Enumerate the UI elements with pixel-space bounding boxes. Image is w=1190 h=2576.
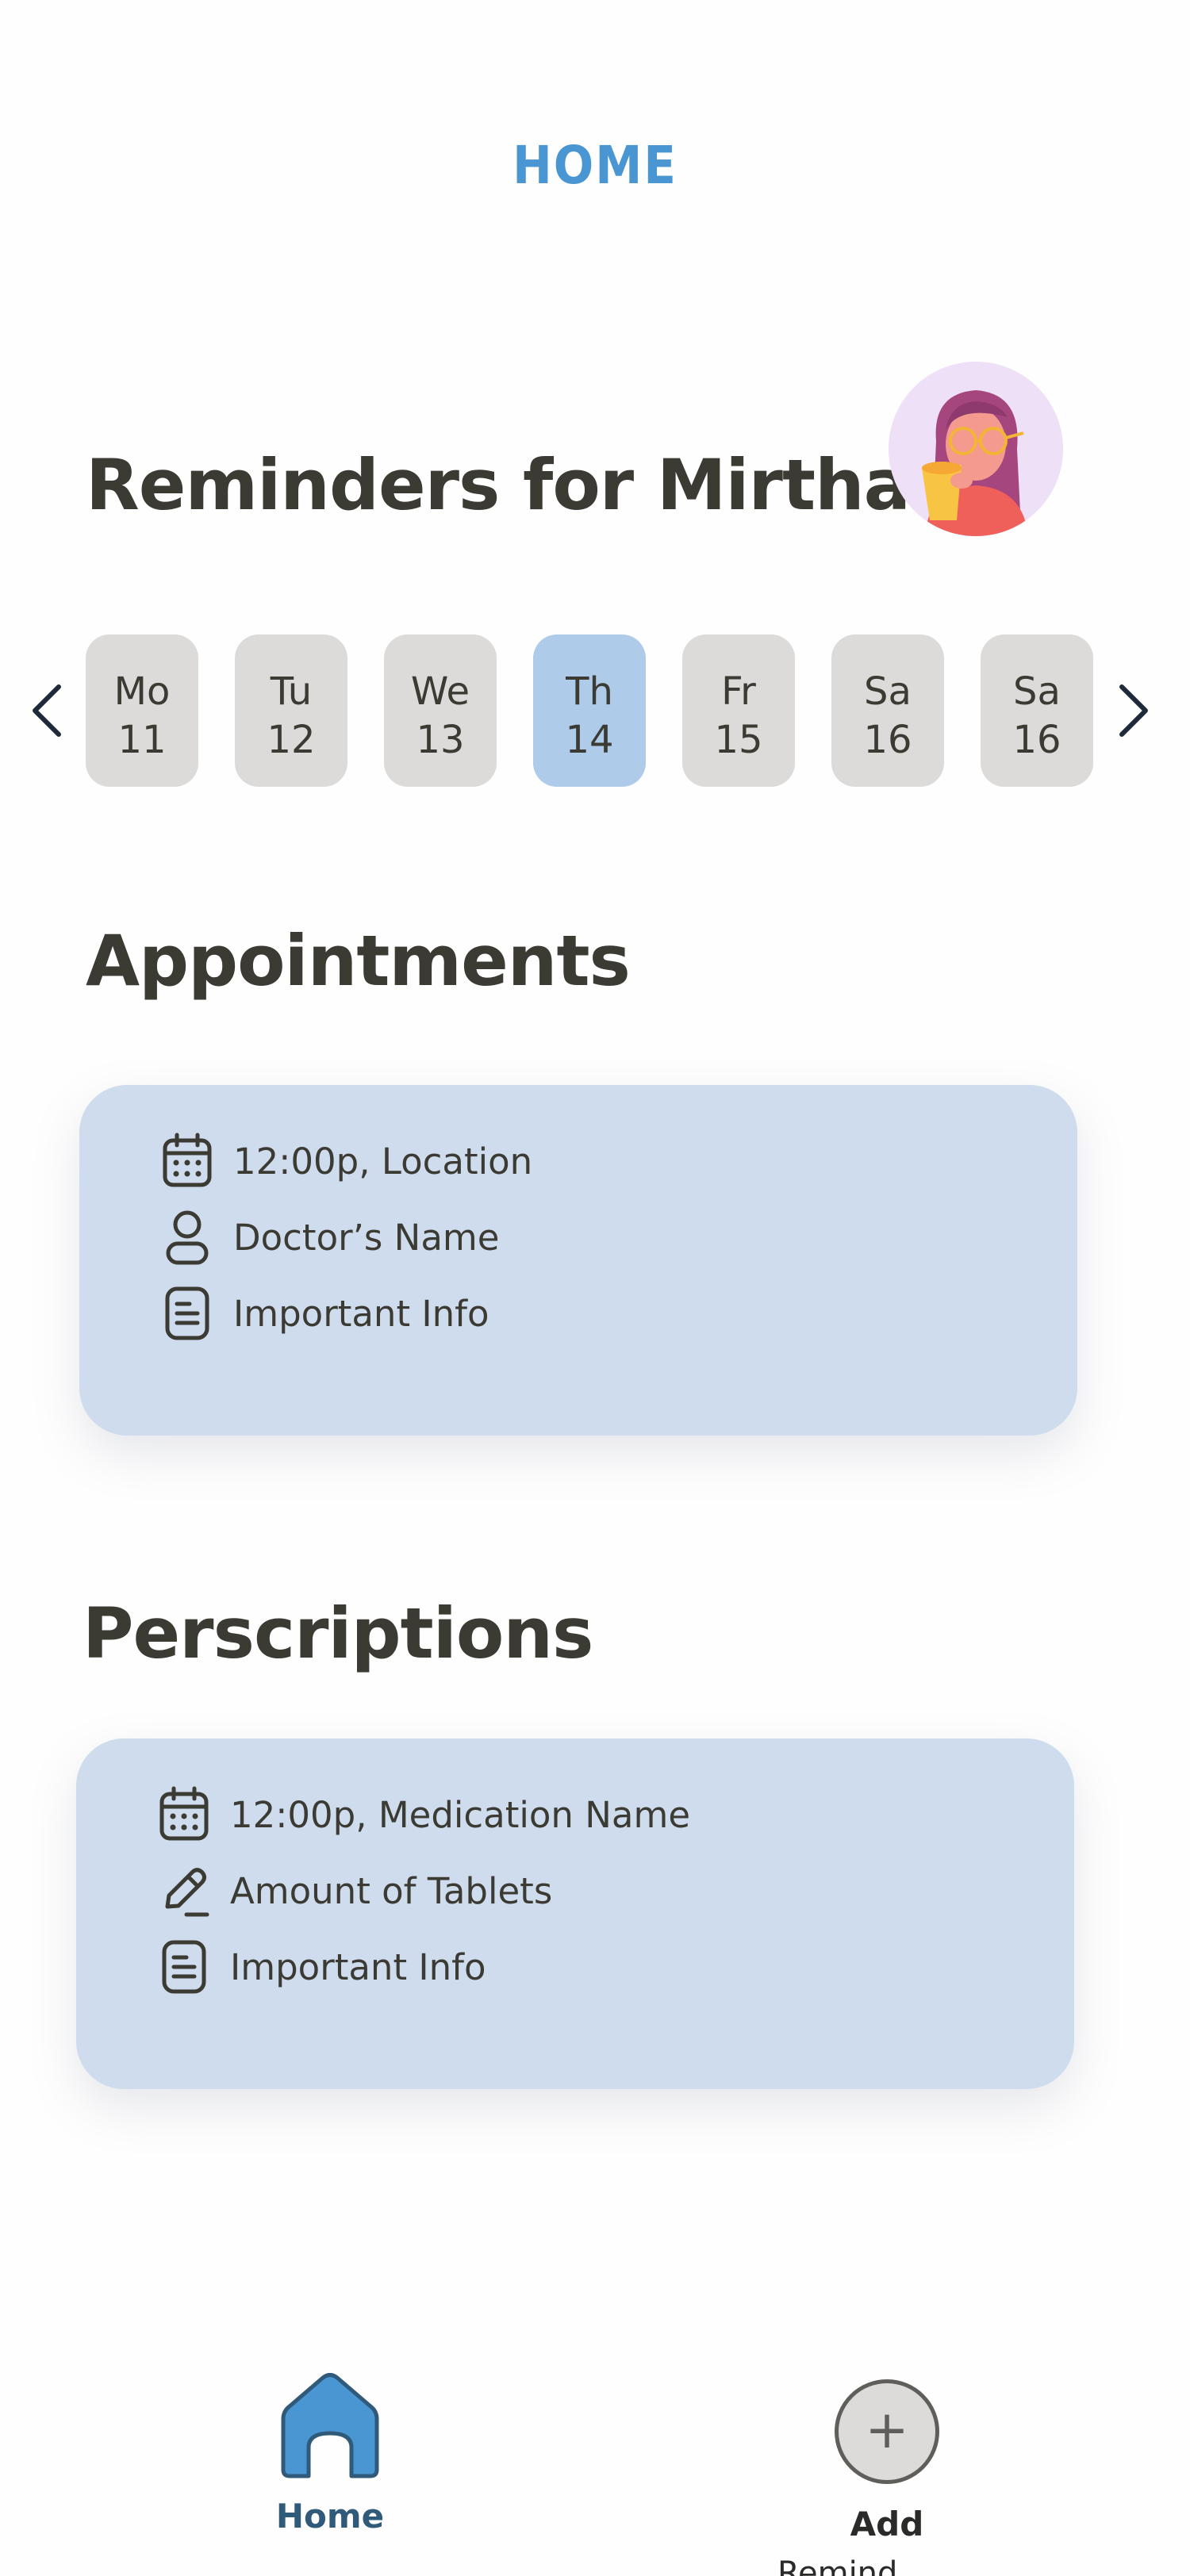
day-name: We: [410, 669, 470, 714]
appointment-important-info: Important Info: [233, 1292, 489, 1335]
document-icon: [159, 1282, 216, 1345]
chevron-right-icon: [1119, 684, 1148, 737]
person-icon: [159, 1206, 216, 1269]
appointment-doctor-row: Doctor’s Name: [159, 1206, 499, 1269]
appointment-time-location: 12:00p, Location: [233, 1140, 533, 1183]
appointment-time-location-row: 12:00p, Location: [159, 1129, 532, 1193]
chevron-left-icon: [33, 684, 61, 737]
day-name: Th: [566, 669, 613, 714]
prescription-time-medication: 12:00p, Medication Name: [230, 1793, 691, 1836]
nav-add-button[interactable]: + Add: [808, 2379, 966, 2543]
day-number: 14: [565, 718, 614, 762]
prescription-info-row: Important Info: [155, 1935, 486, 1999]
page-title: HOME: [512, 135, 678, 196]
day-sa-16-second[interactable]: Sa 16: [981, 634, 1093, 787]
day-name: Tu: [270, 669, 313, 714]
avatar[interactable]: [889, 362, 1063, 536]
home-icon: [281, 2373, 379, 2478]
prescription-amount-row: Amount of Tablets: [155, 1859, 552, 1922]
day-number: 11: [117, 718, 167, 762]
day-tu-12[interactable]: Tu 12: [235, 634, 347, 787]
user-avatar-illustration: [889, 362, 1063, 536]
reminders-heading: Reminders for Mirtha: [86, 444, 911, 526]
prescription-time-medication-row: 12:00p, Medication Name: [155, 1783, 690, 1846]
week-selector: Mo 11 Tu 12 We 13 Th 14 Fr 15 Sa 16 Sa 1…: [0, 634, 1190, 787]
prescription-card[interactable]: 12:00p, Medication Name Amount of Tablet…: [76, 1738, 1074, 2089]
document-icon: [155, 1935, 213, 1999]
appointment-card[interactable]: 12:00p, Location Doctor’s Name Important…: [79, 1085, 1077, 1436]
appointment-info-row: Important Info: [159, 1282, 489, 1345]
prescription-tablet-amount: Amount of Tablets: [230, 1869, 553, 1912]
prescriptions-heading: Perscriptions: [83, 1593, 593, 1674]
day-fr-15[interactable]: Fr 15: [682, 634, 795, 787]
day-mo-11[interactable]: Mo 11: [86, 634, 198, 787]
nav-home-label: Home: [275, 2497, 385, 2536]
day-number: 16: [1012, 718, 1061, 762]
day-name: Sa: [1013, 669, 1061, 714]
day-number: 12: [267, 718, 316, 762]
day-number: 15: [714, 718, 763, 762]
day-number: 16: [863, 718, 912, 762]
day-name: Sa: [864, 669, 912, 714]
nav-remind-label: Remind...: [777, 2555, 928, 2576]
nav-home-button[interactable]: Home: [267, 2371, 393, 2536]
day-name: Fr: [721, 669, 756, 714]
pencil-icon: [155, 1859, 213, 1922]
previous-week-button[interactable]: [24, 679, 71, 742]
calendar-icon: [155, 1783, 213, 1846]
prescription-important-info: Important Info: [230, 1945, 486, 1988]
day-we-13[interactable]: We 13: [384, 634, 497, 787]
plus-icon: +: [835, 2379, 939, 2484]
calendar-icon: [159, 1129, 216, 1193]
day-name: Mo: [113, 669, 171, 714]
appointments-heading: Appointments: [86, 920, 631, 1002]
day-number: 13: [416, 718, 465, 762]
day-sa-16[interactable]: Sa 16: [831, 634, 944, 787]
nav-add-label: Add: [850, 2505, 924, 2543]
bottom-navigation: Home + Add Remind...: [0, 2324, 1190, 2576]
day-th-14-selected[interactable]: Th 14: [533, 634, 646, 787]
next-week-button[interactable]: [1109, 679, 1157, 742]
appointment-doctor-name: Doctor’s Name: [233, 1216, 500, 1259]
